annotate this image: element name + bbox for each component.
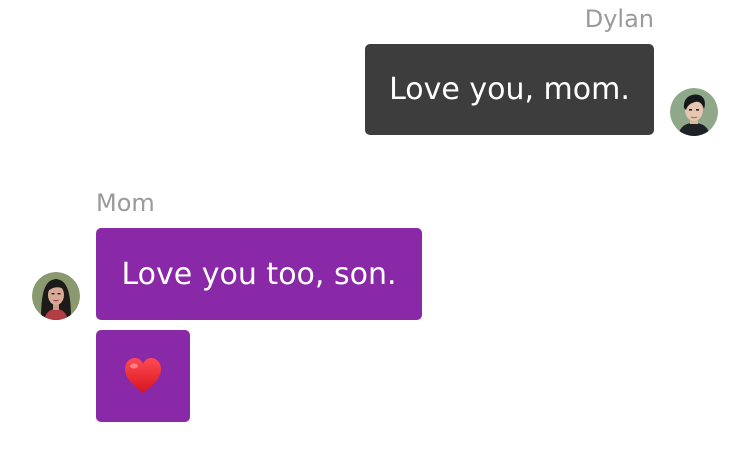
- message-text: Love you too, son.: [121, 256, 397, 292]
- message-bubble-incoming-emoji[interactable]: [96, 330, 190, 422]
- dylan-avatar-icon[interactable]: [670, 88, 718, 136]
- sender-name-dylan: Dylan: [584, 5, 654, 33]
- sender-name-mom: Mom: [96, 189, 155, 217]
- message-bubble-outgoing[interactable]: Love you, mom.: [365, 44, 654, 135]
- heart-emoji-icon: [125, 358, 161, 393]
- message-text: Love you, mom.: [389, 72, 630, 107]
- mom-avatar-icon[interactable]: [32, 272, 80, 320]
- mom-avatar-art: [32, 272, 80, 320]
- dylan-avatar-art: [670, 88, 718, 136]
- message-bubble-incoming[interactable]: Love you too, son.: [96, 228, 422, 320]
